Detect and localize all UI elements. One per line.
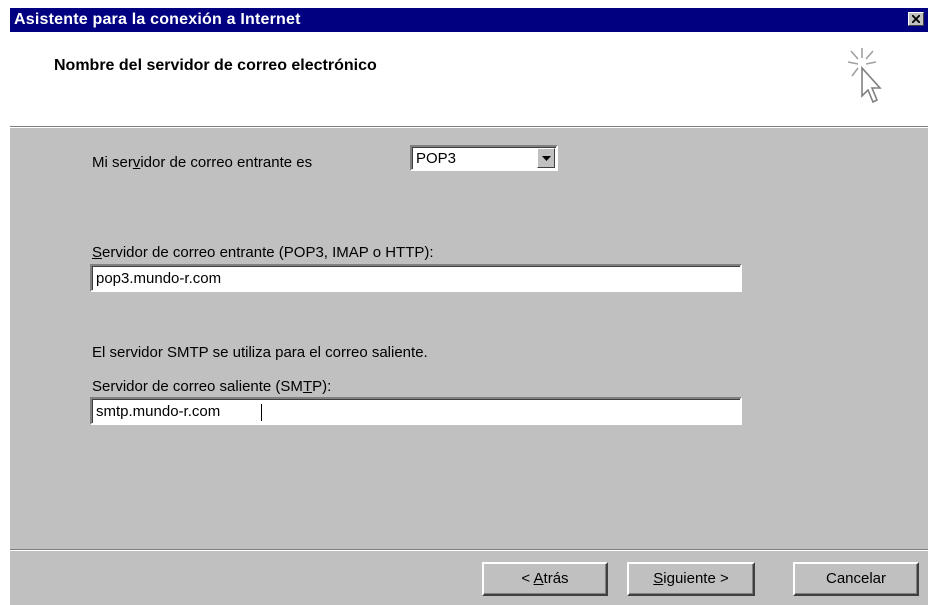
chevron-down-icon [542, 156, 551, 161]
text-caret [261, 404, 262, 421]
incoming-server-type-value: POP3 [416, 150, 457, 167]
close-button[interactable] [908, 12, 924, 26]
header-separator-highlight [10, 127, 928, 128]
outgoing-server-input[interactable] [90, 397, 742, 425]
back-button[interactable]: < Atrás [482, 562, 608, 596]
page-title: Nombre del servidor de correo electrónic… [54, 57, 377, 74]
smtp-note: El servidor SMTP se utiliza para el corr… [92, 344, 428, 361]
footer-separator-highlight [10, 550, 928, 551]
incoming-server-type-select[interactable]: POP3 [410, 145, 558, 171]
incoming-type-label: Mi servidor de correo entrante es [92, 154, 313, 171]
incoming-server-input[interactable] [90, 264, 742, 292]
wizard-header: Nombre del servidor de correo electrónic… [10, 32, 928, 126]
wizard-cursor-sparkle-icon [847, 48, 882, 104]
title-bar: Asistente para la conexión a Internet [10, 8, 928, 32]
incoming-server-label: Servidor de correo entrante (POP3, IMAP … [92, 244, 434, 261]
wizard-window: Asistente para la conexión a Internet No… [10, 8, 928, 605]
cancel-button[interactable]: Cancelar [793, 562, 919, 596]
next-button[interactable]: Siguiente > [627, 562, 755, 596]
dropdown-button[interactable] [537, 148, 555, 168]
close-icon [912, 15, 920, 23]
outgoing-server-label: Servidor de correo saliente (SMTP): [92, 378, 332, 395]
window-title: Asistente para la conexión a Internet [14, 11, 301, 28]
